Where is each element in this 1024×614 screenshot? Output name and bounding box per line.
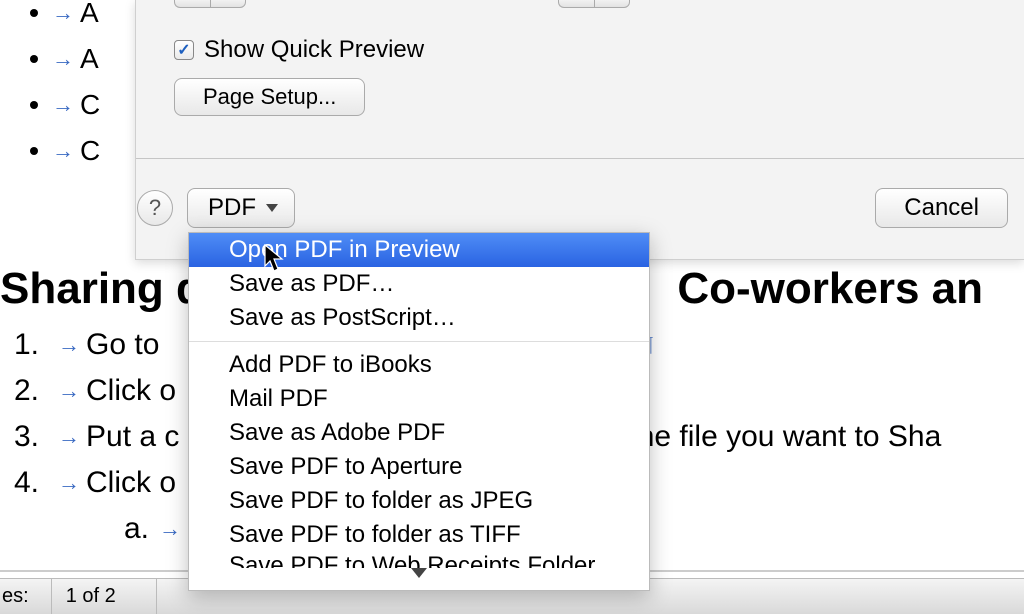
pdf-dropdown-menu: Open PDF in Preview Save as PDF… Save as…: [188, 232, 650, 591]
help-icon: ?: [149, 195, 161, 221]
menu-item-label: Save as PostScript…: [229, 304, 456, 332]
item-number: 1.: [14, 328, 58, 362]
bullet-list: → A → A → C → C: [30, 0, 100, 174]
menu-item-save-as-postscript[interactable]: Save as PostScript…: [189, 301, 649, 335]
last-page-button[interactable]: [594, 0, 630, 8]
pdf-button-label: PDF: [208, 194, 256, 222]
item-number: 4.: [14, 466, 58, 500]
tab-arrow-icon: →: [52, 0, 74, 26]
pages-value: 1 of 2: [66, 585, 116, 608]
menu-item-label: Save as PDF…: [229, 270, 394, 298]
chevron-down-icon: [266, 204, 278, 212]
bullet-dot-icon: [30, 55, 38, 63]
menu-item-label: Save PDF to folder as TIFF: [229, 521, 521, 549]
menu-item-label: Save PDF to folder as JPEG: [229, 487, 533, 515]
menu-item-save-as-pdf[interactable]: Save as PDF…: [189, 267, 649, 301]
page-setup-label: Page Setup...: [203, 84, 336, 110]
page-nav-back-group: [174, 0, 246, 8]
prev-page-button[interactable]: [210, 0, 246, 8]
menu-item-label: Save PDF to Web Receipts Folder: [229, 552, 595, 568]
bullet-dot-icon: [30, 147, 38, 155]
menu-item-label: Mail PDF: [229, 385, 328, 413]
bullet-dot-icon: [30, 9, 38, 17]
bullet-text: C: [80, 89, 100, 121]
print-dialog: ✓ Show Quick Preview Page Setup... ? PDF…: [135, 0, 1024, 260]
menu-item-save-as-adobe-pdf[interactable]: Save as Adobe PDF: [189, 416, 649, 450]
show-quick-preview-checkbox[interactable]: ✓: [174, 40, 194, 60]
tab-arrow-icon: →: [58, 470, 80, 496]
bullet-item: → A: [30, 0, 100, 36]
status-divider: [156, 579, 157, 614]
show-quick-preview-label: Show Quick Preview: [204, 36, 424, 64]
status-divider: [51, 579, 52, 614]
pdf-dropdown-button[interactable]: PDF: [187, 188, 295, 228]
item-text-prefix: Click o: [86, 374, 176, 408]
next-page-button[interactable]: [558, 0, 594, 8]
tab-arrow-icon: →: [52, 46, 74, 72]
item-number: 2.: [14, 374, 58, 408]
menu-item-label: Add PDF to iBooks: [229, 351, 432, 379]
item-number: 3.: [14, 420, 58, 454]
tab-arrow-icon: →: [58, 424, 80, 450]
menu-item-add-pdf-to-ibooks[interactable]: Add PDF to iBooks: [189, 348, 649, 382]
menu-item-open-pdf-in-preview[interactable]: Open PDF in Preview: [189, 233, 649, 267]
item-text-suffix: the file you want to Sha: [629, 420, 941, 454]
tab-arrow-icon: →: [58, 378, 80, 404]
menu-item-save-pdf-to-web-receipts[interactable]: Save PDF to Web Receipts Folder: [189, 552, 649, 568]
tab-arrow-icon: →: [52, 92, 74, 118]
heading-suffix: Co-workers an: [677, 264, 983, 313]
menu-item-save-pdf-to-folder-as-jpeg[interactable]: Save PDF to folder as JPEG: [189, 484, 649, 518]
bullet-item: → C: [30, 128, 100, 174]
item-text-prefix: Put a c: [86, 420, 179, 454]
menu-scroll-down[interactable]: [189, 568, 649, 584]
help-button[interactable]: ?: [137, 190, 173, 226]
bullet-item: → A: [30, 36, 100, 82]
bullet-text: A: [80, 43, 99, 75]
show-quick-preview-row: ✓ Show Quick Preview: [174, 36, 424, 64]
tab-arrow-icon: →: [159, 516, 181, 542]
first-page-button[interactable]: [174, 0, 210, 8]
chevron-down-icon: [411, 568, 427, 578]
tab-arrow-icon: →: [52, 138, 74, 164]
menu-item-label: Open PDF in Preview: [229, 236, 460, 264]
item-text-prefix: Go to: [86, 328, 159, 362]
pages-label: es:: [0, 585, 37, 608]
heading-prefix: Sharing d: [0, 264, 203, 313]
menu-separator: [189, 341, 649, 342]
item-text-prefix: Click o: [86, 466, 176, 500]
page-setup-button[interactable]: Page Setup...: [174, 78, 365, 116]
page-nav-forward-group: [558, 0, 630, 8]
menu-item-label: Save PDF to Aperture: [229, 453, 462, 481]
cancel-label: Cancel: [904, 194, 979, 222]
menu-item-label: Save as Adobe PDF: [229, 419, 445, 447]
bullet-dot-icon: [30, 101, 38, 109]
cancel-button[interactable]: Cancel: [875, 188, 1008, 228]
bullet-text: C: [80, 135, 100, 167]
bullet-item: → C: [30, 82, 100, 128]
bullet-text: A: [80, 0, 99, 29]
menu-item-save-pdf-to-aperture[interactable]: Save PDF to Aperture: [189, 450, 649, 484]
menu-item-mail-pdf[interactable]: Mail PDF: [189, 382, 649, 416]
dialog-divider: [136, 158, 1024, 159]
tab-arrow-icon: →: [58, 332, 80, 358]
menu-item-save-pdf-to-folder-as-tiff[interactable]: Save PDF to folder as TIFF: [189, 518, 649, 552]
sub-letter: a.: [124, 512, 149, 546]
